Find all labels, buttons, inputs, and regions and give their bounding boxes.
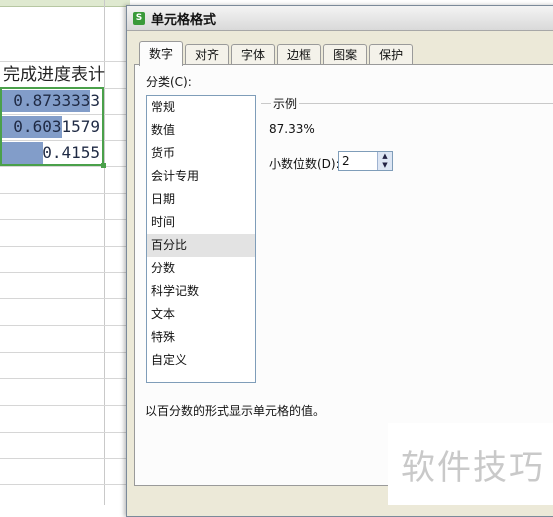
decimal-places-input[interactable]: 2 bbox=[342, 154, 350, 168]
watermark: 软件技巧 bbox=[388, 423, 553, 505]
row-line bbox=[0, 352, 130, 353]
category-list[interactable]: 常规 数值 货币 会计专用 日期 时间 百分比 分数 科学记数 文本 特殊 自定… bbox=[146, 95, 256, 383]
tab-alignment[interactable]: 对齐 bbox=[185, 44, 230, 65]
row-line bbox=[0, 325, 130, 326]
spin-down-icon[interactable]: ▼ bbox=[377, 161, 392, 170]
dialog-title: 单元格格式 bbox=[151, 12, 217, 28]
fill-handle[interactable] bbox=[101, 163, 106, 168]
sample-group: 示例 87.33% bbox=[261, 95, 553, 148]
category-item-text[interactable]: 文本 bbox=[147, 303, 255, 326]
category-item-date[interactable]: 日期 bbox=[147, 188, 255, 211]
wps-spreadsheet-icon: S bbox=[133, 11, 145, 25]
tab-font[interactable]: 字体 bbox=[231, 44, 276, 65]
spreadsheet: 完成进度表计 0.8733333 0.6031579 0.4155 bbox=[0, 0, 130, 505]
tab-protection[interactable]: 保护 bbox=[369, 44, 414, 65]
column-header-strip bbox=[0, 0, 130, 7]
row-line bbox=[0, 298, 130, 299]
tab-number[interactable]: 数字 bbox=[139, 41, 184, 66]
row-line bbox=[0, 193, 130, 194]
tab-pattern[interactable]: 图案 bbox=[323, 44, 368, 65]
format-description: 以百分数的形式显示单元格的值。 bbox=[145, 404, 326, 418]
row-line bbox=[0, 219, 130, 220]
row-line bbox=[0, 432, 130, 433]
category-item-fraction[interactable]: 分数 bbox=[147, 257, 255, 280]
category-item-accounting[interactable]: 会计专用 bbox=[147, 165, 255, 188]
dialog-tabs: 数字 对齐 字体 边框 图案 保护 bbox=[139, 41, 415, 66]
category-label: 分类(C): bbox=[146, 75, 192, 89]
decimal-places-stepper[interactable]: 2 ▲ ▼ bbox=[338, 151, 393, 171]
category-item-general[interactable]: 常规 bbox=[147, 96, 255, 119]
category-item-number[interactable]: 数值 bbox=[147, 119, 255, 142]
row-line bbox=[0, 484, 130, 485]
dialog-titlebar[interactable]: S 单元格格式 bbox=[127, 6, 553, 31]
row-line bbox=[0, 272, 130, 273]
sample-label: 示例 bbox=[271, 95, 300, 112]
sheet-title-cell[interactable]: 完成进度表计 bbox=[3, 62, 105, 88]
row-line bbox=[0, 166, 130, 167]
selection-border bbox=[0, 87, 104, 166]
tab-border[interactable]: 边框 bbox=[277, 44, 322, 65]
decimal-places-label: 小数位数(D): bbox=[269, 157, 340, 171]
row-line bbox=[0, 378, 130, 379]
row-line bbox=[0, 458, 130, 459]
row-line bbox=[0, 246, 130, 247]
category-item-percentage[interactable]: 百分比 bbox=[147, 234, 255, 257]
category-item-currency[interactable]: 货币 bbox=[147, 142, 255, 165]
category-item-scientific[interactable]: 科学记数 bbox=[147, 280, 255, 303]
category-item-special[interactable]: 特殊 bbox=[147, 326, 255, 349]
row-line bbox=[0, 405, 130, 406]
category-item-time[interactable]: 时间 bbox=[147, 211, 255, 234]
sample-value: 87.33% bbox=[269, 122, 315, 136]
category-item-custom[interactable]: 自定义 bbox=[147, 349, 255, 372]
